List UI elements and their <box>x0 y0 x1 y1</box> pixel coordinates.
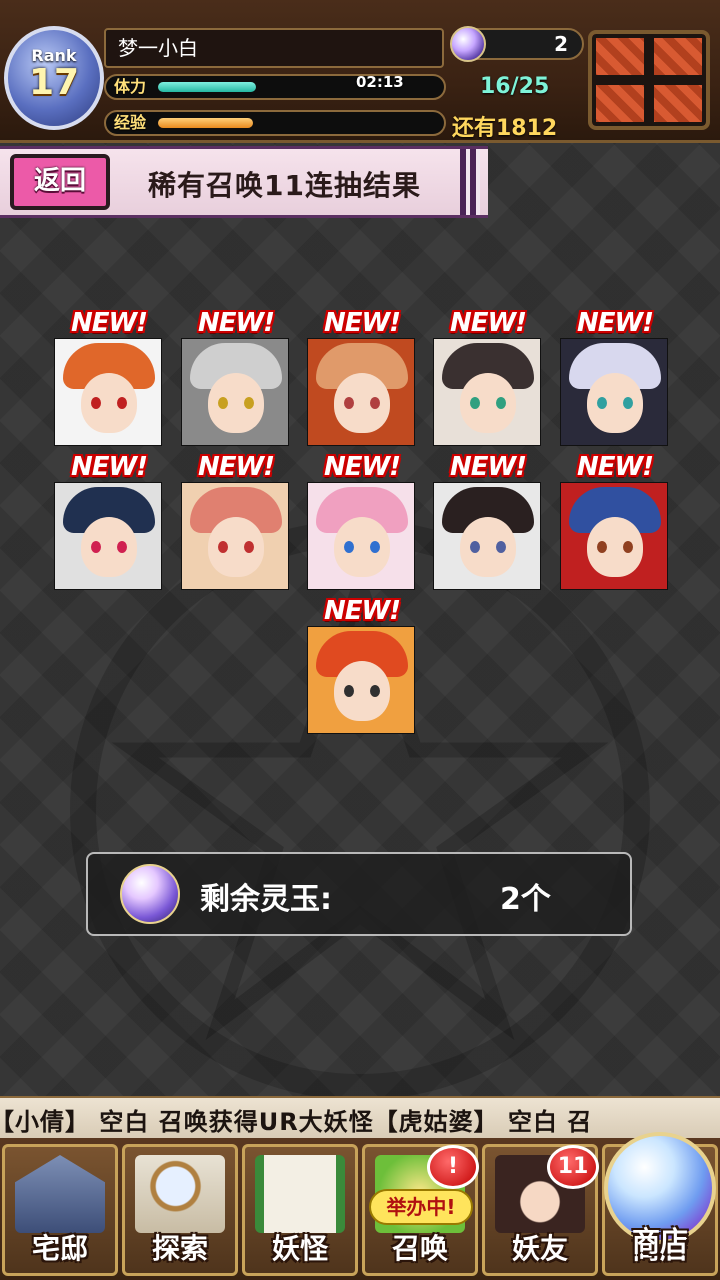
status-header: Rank 17 梦一小白 体力 02:13 经验 2 16/25 还有1812 <box>0 0 720 143</box>
card-eye <box>91 541 101 553</box>
new-badge: NEW! <box>323 452 401 482</box>
mansion-icon <box>15 1155 105 1233</box>
card-face <box>81 373 137 433</box>
scroll-icon <box>255 1155 345 1233</box>
rank-badge[interactable]: Rank 17 <box>4 26 104 130</box>
card-eye <box>623 541 633 553</box>
remaining-label: 剩余灵玉: <box>200 882 332 917</box>
result-card[interactable] <box>560 482 668 590</box>
card-face <box>208 373 264 433</box>
new-badge: NEW! <box>70 452 148 482</box>
card-eye <box>370 685 380 697</box>
result-card[interactable] <box>54 338 162 446</box>
card-eye <box>344 685 354 697</box>
card-eye <box>218 397 228 409</box>
card-eye <box>117 541 127 553</box>
new-badge: NEW! <box>197 452 275 482</box>
card-eye <box>470 541 480 553</box>
card-eye <box>597 541 607 553</box>
remaining-orbs-panel: 剩余灵玉: 2个 <box>86 852 632 936</box>
result-card[interactable] <box>181 338 289 446</box>
nav-label: 宅邸 <box>31 1232 88 1265</box>
stamina-fill <box>158 82 256 92</box>
nav-summon[interactable]: 举办中! 召唤 ! <box>362 1144 479 1276</box>
card-eye <box>496 397 506 409</box>
result-card[interactable] <box>307 626 415 734</box>
magnifier-map-icon <box>135 1155 225 1233</box>
card-eye <box>597 397 607 409</box>
player-name: 梦一小白 <box>104 28 444 68</box>
nav-yokai[interactable]: 妖怪 <box>242 1144 358 1276</box>
orb-counter: 2 <box>450 26 584 62</box>
spirit-orb-icon <box>120 864 180 924</box>
result-card[interactable] <box>181 482 289 590</box>
page-title: 稀有召唤11连抽结果 <box>148 169 421 202</box>
remaining-count: 2个 <box>500 882 551 917</box>
card-face <box>334 661 390 721</box>
card-face <box>334 373 390 433</box>
new-badge: NEW! <box>449 452 527 482</box>
card-eye <box>623 397 633 409</box>
card-face <box>460 373 516 433</box>
gift-box-icon[interactable] <box>588 30 710 130</box>
card-eye <box>117 397 127 409</box>
shop-label: 商店 <box>631 1225 688 1258</box>
ticker-text: 【小倩】 空白 召唤获得UR大妖怪【虎姑婆】 空白 召 <box>0 1108 593 1136</box>
orb-count: 2 <box>554 32 568 56</box>
nav-label: 召唤 <box>391 1232 448 1265</box>
exp-fill <box>158 118 253 128</box>
card-eye <box>91 397 101 409</box>
card-eye <box>244 397 254 409</box>
result-card[interactable] <box>560 338 668 446</box>
notification-badge: 11 <box>547 1145 599 1189</box>
stamina-bar: 体力 02:13 <box>104 74 446 100</box>
card-face <box>334 517 390 577</box>
nav-label: 妖怪 <box>271 1232 328 1265</box>
new-badge: NEW! <box>70 308 148 338</box>
card-face <box>587 517 643 577</box>
new-badge: NEW! <box>576 452 654 482</box>
card-eye <box>496 541 506 553</box>
title-stripe <box>460 149 480 215</box>
new-badge: NEW! <box>576 308 654 338</box>
card-eye <box>344 397 354 409</box>
spirit-orb-icon <box>450 26 486 62</box>
card-face <box>208 517 264 577</box>
nav-friends[interactable]: 妖友 11 <box>482 1144 599 1276</box>
news-ticker: 【小倩】 空白 召唤获得UR大妖怪【虎姑婆】 空白 召 <box>0 1096 720 1138</box>
stamina-value: 16/25 <box>480 74 550 99</box>
event-active-tag: 举办中! <box>369 1189 473 1225</box>
exp-bar: 经验 <box>104 110 446 136</box>
exp-label: 经验 <box>114 113 147 132</box>
new-badge: NEW! <box>323 596 401 626</box>
card-eye <box>244 541 254 553</box>
result-card[interactable] <box>433 482 541 590</box>
nav-label: 探索 <box>151 1232 208 1265</box>
new-badge: NEW! <box>449 308 527 338</box>
stamina-label: 体力 <box>114 77 147 96</box>
card-eye <box>370 541 380 553</box>
new-badge: NEW! <box>323 308 401 338</box>
result-card[interactable] <box>54 482 162 590</box>
card-eye <box>344 541 354 553</box>
new-badge: NEW! <box>197 308 275 338</box>
exp-remaining: 还有1812 <box>452 116 558 141</box>
nav-mansion[interactable]: 宅邸 <box>2 1144 118 1276</box>
card-eye <box>218 541 228 553</box>
card-eye <box>370 397 380 409</box>
back-button[interactable]: 返回 <box>10 154 110 210</box>
rank-value: 17 <box>28 62 80 103</box>
nav-label: 妖友 <box>511 1232 568 1265</box>
card-face <box>587 373 643 433</box>
result-card[interactable] <box>307 482 415 590</box>
card-face <box>460 517 516 577</box>
stamina-timer: 02:13 <box>356 74 404 91</box>
notification-badge: ! <box>427 1145 479 1189</box>
result-card[interactable] <box>307 338 415 446</box>
card-face <box>81 517 137 577</box>
nav-explore[interactable]: 探索 <box>122 1144 238 1276</box>
result-card[interactable] <box>433 338 541 446</box>
card-eye <box>470 397 480 409</box>
